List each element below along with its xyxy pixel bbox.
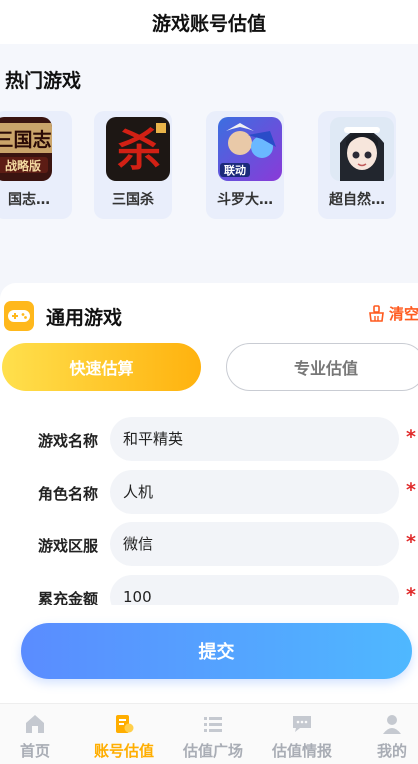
svg-text:战略版: 战略版: [5, 158, 41, 173]
tab-valuation-intel[interactable]: 估值情报: [260, 712, 344, 761]
role-name-input[interactable]: 人机: [110, 470, 399, 514]
sanguosha-game-icon: 杀: [106, 117, 170, 181]
hot-game-card-sanguosha[interactable]: 杀 三国杀: [94, 111, 172, 219]
sanguozhi-game-icon: 三国志 战略版: [0, 117, 52, 181]
tab-home[interactable]: 首页: [0, 712, 77, 761]
tab-label: 首页: [19, 742, 50, 760]
page-title: 游戏账号估值: [151, 12, 266, 35]
chat-icon: [290, 712, 314, 736]
required-mark: *: [406, 531, 416, 553]
required-mark: *: [406, 426, 416, 448]
tab-account-valuation[interactable]: 账号估值: [82, 712, 166, 761]
svg-text:联动: 联动: [224, 163, 246, 177]
tab-label: 估值广场: [182, 742, 243, 760]
game-name-input[interactable]: 和平精英: [110, 417, 399, 461]
hot-game-card-chaoziran[interactable]: 超自然…: [318, 111, 396, 219]
hot-game-name: 超自然…: [329, 192, 385, 208]
valuation-form: 游戏名称 和平精英 * 角色名称 人机 * 游戏区服 微信 * 累充金额 100…: [0, 413, 418, 605]
clear-label: 清空: [389, 305, 418, 323]
svg-text:三国志: 三国志: [0, 128, 52, 151]
tab-pro-valuation[interactable]: 专业估值: [226, 343, 418, 391]
broom-icon: [368, 305, 385, 322]
hot-game-card-douluo[interactable]: 联动 斗罗大…: [206, 111, 284, 219]
tab-quick-estimate[interactable]: 快速估算: [2, 343, 201, 391]
hot-game-name: 国志…: [8, 192, 50, 208]
field-label: 游戏名称: [38, 432, 99, 450]
form-row-game-name: 游戏名称 和平精英 *: [0, 417, 418, 463]
tab-label: 估值情报: [271, 742, 332, 760]
hot-game-name: 斗罗大…: [217, 192, 273, 208]
field-label: 游戏区服: [38, 537, 99, 555]
valuation-icon: [112, 712, 136, 736]
list-icon: [201, 712, 225, 736]
field-label: 角色名称: [38, 485, 99, 503]
form-row-recharge: 累充金额 100 *: [0, 575, 418, 605]
chaoziran-game-icon: [330, 117, 394, 181]
top-bar: 游戏账号估值: [0, 0, 418, 44]
svg-text:杀: 杀: [117, 125, 161, 176]
tab-label: 我的: [376, 742, 407, 760]
bottom-tab-bar: 首页 账号估值 估值广场 估值情报 我的: [0, 703, 418, 764]
home-icon: [23, 712, 47, 736]
user-icon: [380, 712, 404, 736]
tab-label: 账号估值: [93, 742, 154, 760]
section-title: 通用游戏: [46, 307, 123, 329]
submit-button[interactable]: 提交: [21, 623, 412, 679]
server-input[interactable]: 微信: [110, 522, 399, 566]
hot-game-name: 三国杀: [112, 192, 154, 208]
required-mark: *: [406, 584, 416, 605]
douluo-game-icon: 联动: [218, 117, 282, 181]
required-mark: *: [406, 479, 416, 501]
form-row-server: 游戏区服 微信 *: [0, 522, 418, 568]
tab-mine[interactable]: 我的: [350, 712, 418, 761]
hot-game-card-sanguozhi[interactable]: 三国志 战略版 国志…: [0, 111, 72, 219]
hot-games-title: 热门游戏: [5, 70, 82, 92]
field-label: 累充金额: [38, 590, 99, 605]
form-row-role-name: 角色名称 人机 *: [0, 470, 418, 516]
recharge-amount-input[interactable]: 100: [110, 575, 399, 605]
gamepad-icon: [4, 301, 34, 331]
hot-games-section: 热门游戏 三国志 战略版 国志… 杀 三国杀 联动 斗罗大… 超自然…: [0, 44, 418, 260]
tab-valuation-square[interactable]: 估值广场: [171, 712, 255, 761]
clear-button[interactable]: 清空: [368, 303, 418, 324]
